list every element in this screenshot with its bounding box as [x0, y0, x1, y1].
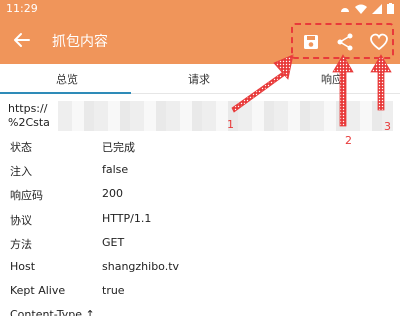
active-tab-indicator: [0, 92, 131, 94]
detail-list: 状态 已完成 注入 false 响应码 200 协议 HTTP/1.1 方法 G…: [0, 134, 400, 316]
detail-value: GET: [102, 235, 125, 249]
detail-key: 状态: [10, 141, 32, 154]
detail-row-method: 方法 GET: [0, 231, 400, 255]
detail-row-kept-alive: Kept Alive true: [0, 279, 400, 303]
tab-response[interactable]: 响应: [321, 71, 343, 87]
detail-value: shangzhibo.tv: [102, 259, 180, 273]
detail-key: Host: [10, 259, 36, 273]
detail-key: 注入: [10, 165, 32, 179]
tab-bar: 总览 请求 响应: [0, 64, 400, 94]
wifi-icon: [355, 4, 367, 14]
annotation-label-1: 1: [227, 118, 234, 131]
url-line-1: https://: [8, 102, 48, 115]
detail-value: 200: [102, 187, 123, 201]
detail-row-inject: 注入 false: [0, 158, 400, 182]
detail-row-status: 状态 已完成: [0, 134, 400, 158]
detail-key: 方法: [10, 237, 32, 251]
status-icons: [340, 3, 394, 14]
android-icon: [341, 8, 349, 12]
detail-row-host: Host shangzhibo.tv: [0, 255, 400, 279]
battery-icon: [387, 3, 394, 14]
detail-value: false: [102, 163, 129, 177]
url-text: https:// %2Csta: [8, 102, 50, 130]
heart-icon[interactable]: [368, 31, 390, 53]
detail-row-content-type: Content-Type ↑: [0, 303, 400, 316]
detail-value: true: [102, 284, 125, 298]
url-redaction: [58, 101, 393, 131]
back-arrow-icon[interactable]: [10, 29, 32, 51]
action-buttons-highlight: [291, 23, 394, 59]
detail-row-protocol: 协议 HTTP/1.1: [0, 207, 400, 231]
page-title: 抓包内容: [52, 34, 108, 50]
status-time: 11:29: [6, 2, 38, 15]
status-bar: 11:29: [0, 0, 400, 18]
save-icon[interactable]: [300, 31, 322, 53]
app-bar: 抓包内容: [0, 18, 400, 64]
url-line-2: %2Csta: [8, 116, 50, 129]
detail-value: HTTP/1.1: [102, 211, 152, 225]
tab-request[interactable]: 请求: [188, 71, 210, 87]
annotation-label-2: 2: [345, 134, 352, 147]
detail-key: Content-Type ↑: [10, 308, 95, 316]
detail-key: 协议: [10, 213, 32, 227]
signal-icon: [372, 3, 382, 14]
annotation-label-3: 3: [384, 120, 391, 133]
detail-key: Kept Alive: [10, 284, 66, 298]
tab-overview[interactable]: 总览: [56, 71, 78, 87]
detail-value: 已完成: [102, 141, 135, 154]
share-icon[interactable]: [334, 31, 356, 53]
detail-row-response-code: 响应码 200: [0, 182, 400, 206]
detail-key: 响应码: [10, 189, 43, 203]
